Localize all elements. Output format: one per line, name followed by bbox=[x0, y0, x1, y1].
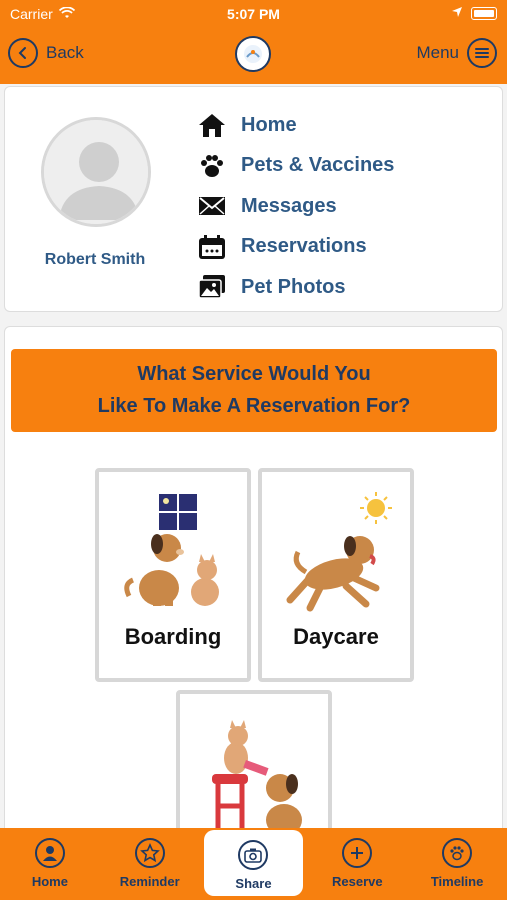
app-header: Carrier 5:07 PM Back Menu bbox=[0, 0, 507, 84]
hamburger-icon bbox=[467, 38, 497, 68]
nav-bar: Back Menu bbox=[0, 30, 507, 80]
back-label: Back bbox=[46, 43, 84, 62]
battery-icon bbox=[471, 6, 497, 20]
menu-button[interactable]: Menu bbox=[416, 38, 497, 68]
back-button[interactable]: Back bbox=[8, 38, 84, 68]
service-selection: What Service Would You Like To Make A Re… bbox=[4, 326, 503, 846]
status-right bbox=[451, 5, 497, 21]
tab-label: Reminder bbox=[119, 874, 180, 889]
photos-icon bbox=[197, 272, 227, 302]
chevron-left-icon bbox=[8, 38, 38, 68]
grooming-illustration bbox=[212, 720, 302, 836]
menu-item-messages[interactable]: Messages bbox=[197, 186, 394, 227]
profile-card: Robert Smith Home Pets & Vaccines Messag… bbox=[4, 86, 503, 312]
status-time: 5:07 PM bbox=[227, 6, 280, 22]
menu-label: Menu bbox=[416, 43, 459, 62]
calendar-icon bbox=[197, 232, 227, 262]
plus-icon bbox=[342, 838, 373, 868]
paw-icon bbox=[442, 838, 473, 868]
tab-label: Timeline bbox=[430, 874, 484, 889]
menu-item-reservations[interactable]: Reservations bbox=[197, 227, 394, 268]
tab-bar: Home Reminder Share Reserve Timeline bbox=[0, 828, 507, 900]
tab-reminder[interactable]: Reminder bbox=[100, 828, 200, 900]
service-tile-label: Boarding bbox=[124, 624, 222, 649]
star-icon bbox=[134, 838, 165, 868]
location-icon bbox=[451, 5, 463, 21]
service-prompt-line1: What Service Would You bbox=[137, 363, 371, 385]
boarding-illustration bbox=[124, 494, 219, 606]
service-tile-label: Daycare bbox=[293, 624, 379, 649]
tab-reserve[interactable]: Reserve bbox=[307, 828, 407, 900]
profile-name: Robert Smith bbox=[44, 251, 146, 268]
avatar[interactable] bbox=[41, 117, 151, 227]
menu-item-label: Messages bbox=[241, 194, 337, 217]
paw-icon bbox=[197, 151, 227, 181]
service-tile-boarding[interactable]: Boarding bbox=[95, 468, 251, 682]
tab-share[interactable]: Share bbox=[203, 830, 304, 896]
service-tile-daycare[interactable]: Daycare bbox=[258, 468, 414, 682]
menu-item-pets-vaccines[interactable]: Pets & Vaccines bbox=[197, 146, 394, 187]
tab-label: Reserve bbox=[331, 874, 383, 889]
app-logo bbox=[235, 36, 271, 72]
user-icon bbox=[34, 838, 65, 868]
daycare-illustration bbox=[286, 492, 392, 612]
menu-item-pet-photos[interactable]: Pet Photos bbox=[197, 267, 394, 308]
service-tile-grooming[interactable] bbox=[176, 690, 332, 845]
menu-item-home[interactable]: Home bbox=[197, 105, 394, 146]
menu-item-label: Home bbox=[241, 113, 297, 136]
menu-item-label: Reservations bbox=[241, 235, 367, 258]
camera-icon bbox=[238, 840, 269, 870]
tab-timeline[interactable]: Timeline bbox=[407, 828, 507, 900]
service-prompt-line2: Like To Make A Reservation For? bbox=[97, 395, 411, 417]
status-bar: Carrier 5:07 PM bbox=[0, 0, 507, 28]
home-icon bbox=[197, 110, 227, 140]
tab-label: Home bbox=[31, 874, 68, 889]
menu-item-label: Pet Photos bbox=[241, 275, 346, 298]
tab-home[interactable]: Home bbox=[0, 828, 100, 900]
menu-item-label: Pets & Vaccines bbox=[241, 154, 395, 177]
profile-menu: Home Pets & Vaccines Messages Reservatio… bbox=[197, 105, 394, 308]
envelope-icon bbox=[197, 191, 227, 221]
tab-label: Share bbox=[235, 876, 272, 891]
service-prompt-banner: What Service Would You Like To Make A Re… bbox=[11, 349, 497, 432]
